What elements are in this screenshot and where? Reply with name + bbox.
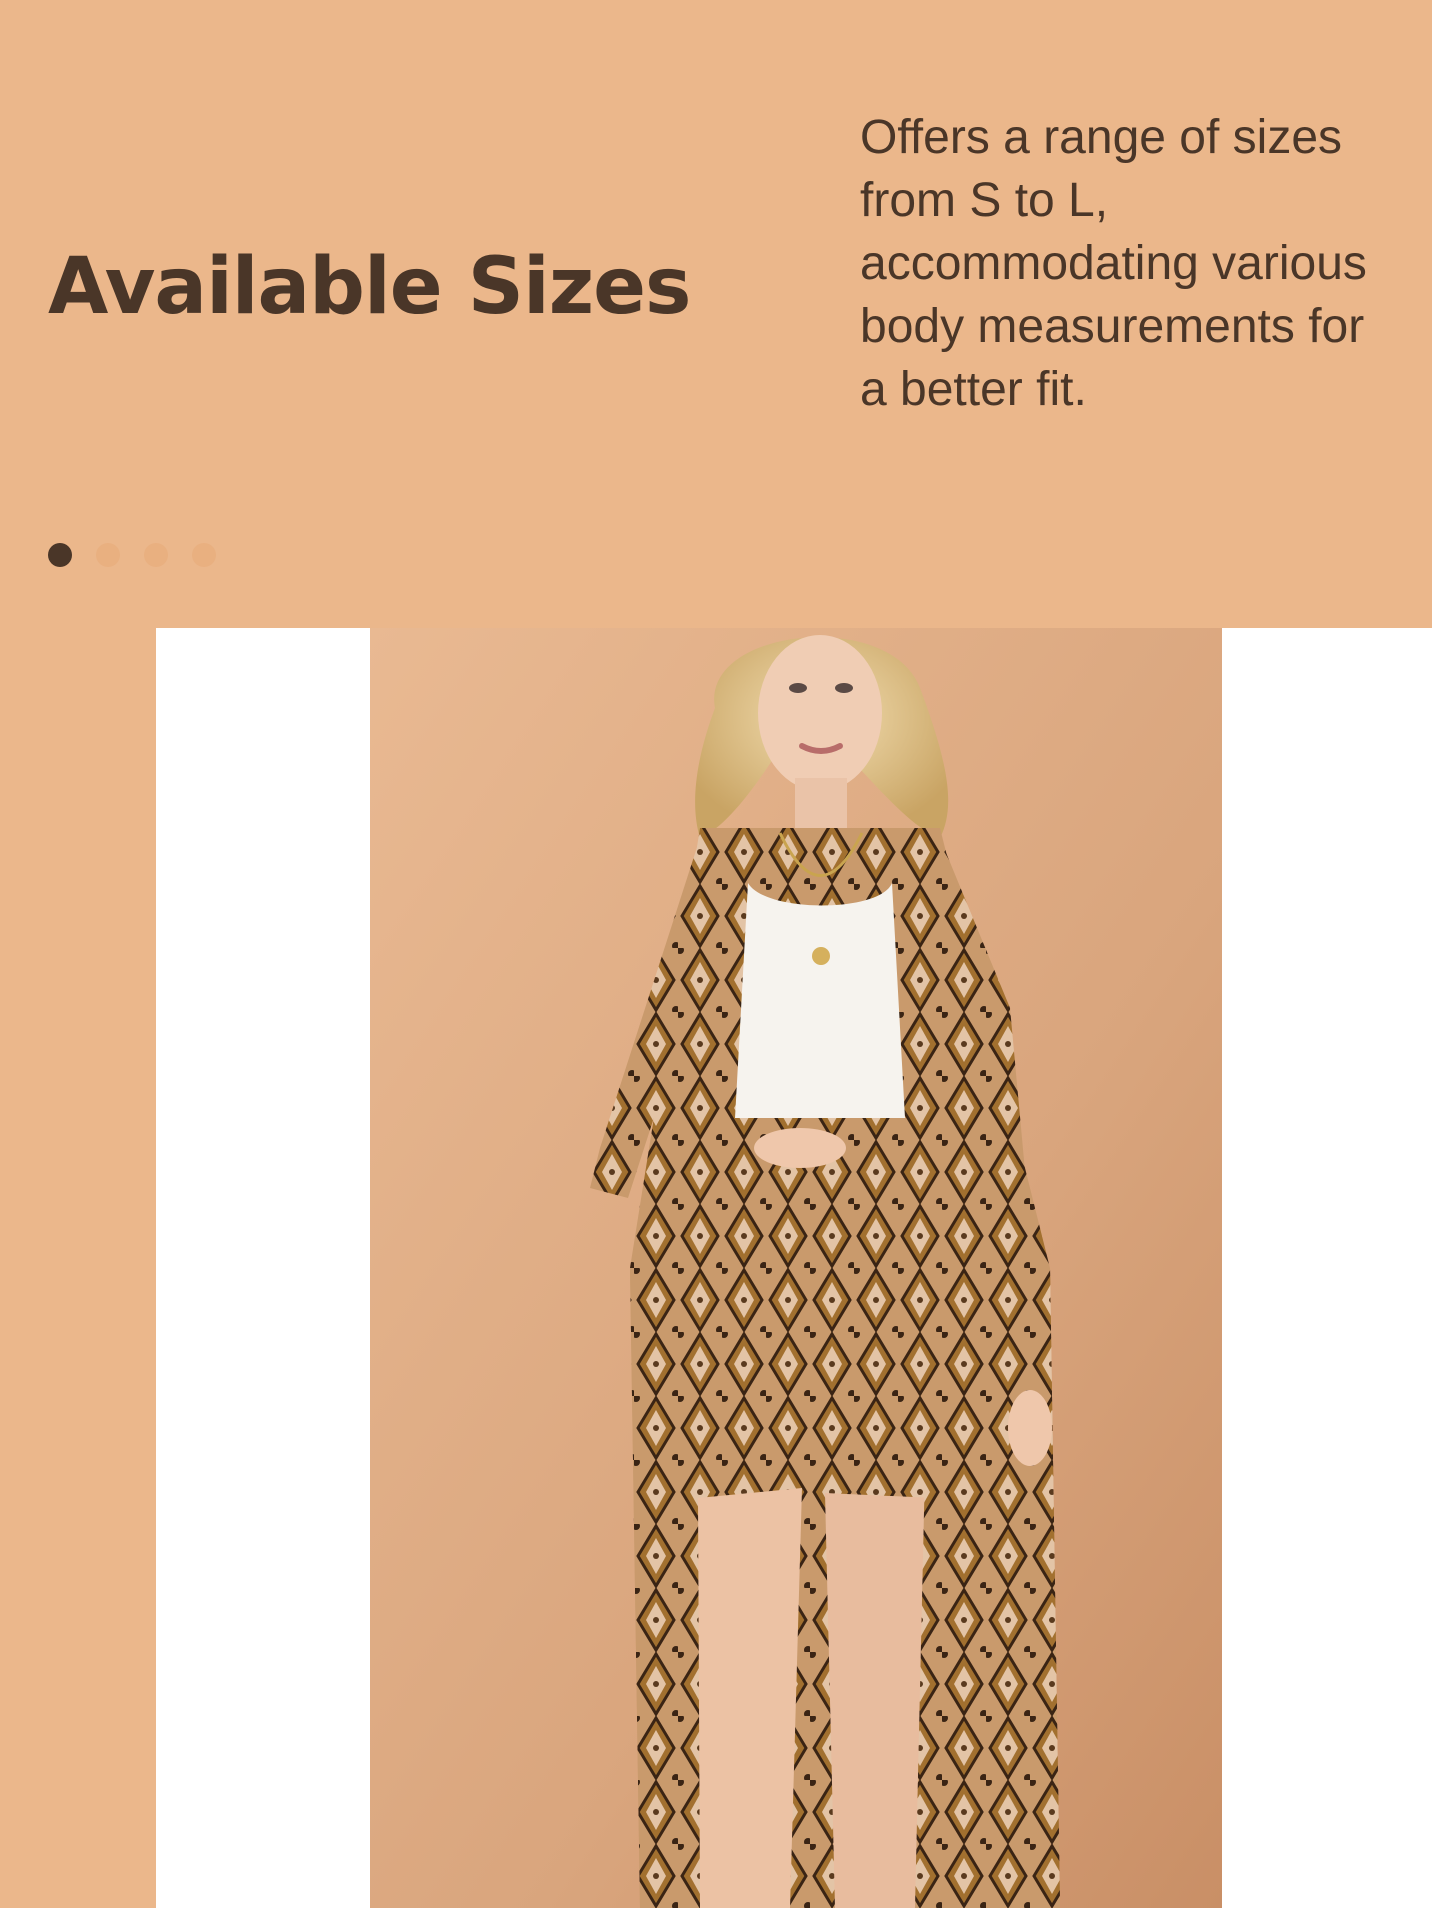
section-title: Available Sizes [48, 242, 691, 332]
carousel-dot-4[interactable] [192, 543, 216, 567]
carousel-dot-3[interactable] [144, 543, 168, 567]
product-photo [370, 628, 1222, 1908]
carousel-dot-2[interactable] [96, 543, 120, 567]
section-description: Offers a range of sizes from S to L, acc… [860, 111, 1367, 416]
carousel-pagination [48, 543, 216, 567]
carousel-dot-1[interactable] [48, 543, 72, 567]
page: Available Sizes Offers a range of sizes … [0, 0, 1432, 1908]
